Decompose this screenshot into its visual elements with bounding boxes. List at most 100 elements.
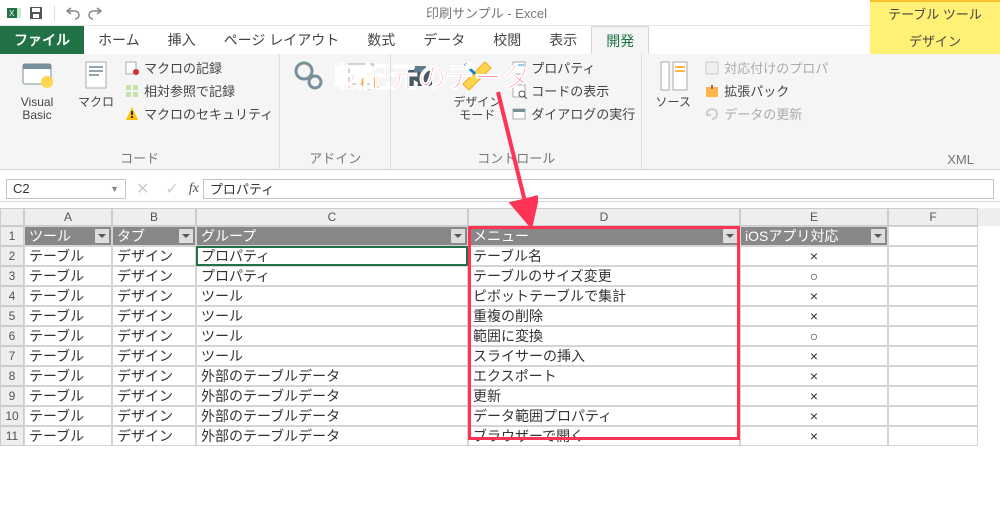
cell-F6[interactable] bbox=[888, 326, 978, 346]
cell-F8[interactable] bbox=[888, 366, 978, 386]
select-all-corner[interactable] bbox=[0, 208, 24, 226]
cell-F3[interactable] bbox=[888, 266, 978, 286]
cell-B7[interactable]: デザイン bbox=[112, 346, 196, 366]
record-macro-button[interactable]: マクロの記録 bbox=[124, 58, 273, 77]
cell-F4[interactable] bbox=[888, 286, 978, 306]
tab-formula[interactable]: 数式 bbox=[353, 26, 409, 54]
row-header-8[interactable]: 8 bbox=[0, 366, 24, 386]
tab-data[interactable]: データ bbox=[409, 26, 479, 54]
filter-icon[interactable] bbox=[179, 229, 193, 243]
redo-icon[interactable] bbox=[87, 5, 103, 21]
cell-A7[interactable]: テーブル bbox=[24, 346, 112, 366]
visual-basic-button[interactable]: Visual Basic bbox=[6, 58, 68, 122]
cell-C2[interactable]: プロパティ bbox=[196, 246, 468, 266]
cell-D8[interactable]: エクスポート bbox=[468, 366, 740, 386]
xml-source-button[interactable]: ソース bbox=[648, 58, 698, 109]
col-header-E[interactable]: E bbox=[740, 208, 888, 226]
formula-input[interactable]: プロパティ bbox=[203, 179, 994, 199]
cell-A11[interactable]: テーブル bbox=[24, 426, 112, 446]
cell-C3[interactable]: プロパティ bbox=[196, 266, 468, 286]
cell-C6[interactable]: ツール bbox=[196, 326, 468, 346]
filter-icon[interactable] bbox=[723, 229, 737, 243]
col-header-D[interactable]: D bbox=[468, 208, 740, 226]
filter-icon[interactable] bbox=[871, 229, 885, 243]
cell-D2[interactable]: テーブル名 bbox=[468, 246, 740, 266]
cell-B8[interactable]: デザイン bbox=[112, 366, 196, 386]
row-header-4[interactable]: 4 bbox=[0, 286, 24, 306]
row-header-6[interactable]: 6 bbox=[0, 326, 24, 346]
cell-D5[interactable]: 重複の削除 bbox=[468, 306, 740, 326]
cell-F11[interactable] bbox=[888, 426, 978, 446]
cell-C11[interactable]: 外部のテーブルデータ bbox=[196, 426, 468, 446]
macro-button[interactable]: マクロ bbox=[74, 58, 118, 109]
cell-B10[interactable]: デザイン bbox=[112, 406, 196, 426]
com-addin-button[interactable] bbox=[338, 58, 384, 94]
cell-A6[interactable]: テーブル bbox=[24, 326, 112, 346]
table-header-ios[interactable]: iOSアプリ対応 bbox=[740, 226, 888, 246]
cell-A4[interactable]: テーブル bbox=[24, 286, 112, 306]
cancel-icon[interactable]: ✕ bbox=[130, 179, 155, 199]
cell-B4[interactable]: デザイン bbox=[112, 286, 196, 306]
cell-F7[interactable] bbox=[888, 346, 978, 366]
cell-B2[interactable]: デザイン bbox=[112, 246, 196, 266]
tab-page-layout[interactable]: ページ レイアウト bbox=[210, 26, 354, 54]
cell-D11[interactable]: ブラウザーで開く bbox=[468, 426, 740, 446]
filter-icon[interactable] bbox=[95, 229, 109, 243]
macro-security-button[interactable]: マクロのセキュリティ bbox=[124, 104, 273, 123]
cell-E4[interactable]: × bbox=[740, 286, 888, 306]
tab-home[interactable]: ホーム bbox=[84, 26, 154, 54]
expansion-pack-button[interactable]: 拡張パック bbox=[704, 81, 828, 100]
row-header-9[interactable]: 9 bbox=[0, 386, 24, 406]
cell-A9[interactable]: テーブル bbox=[24, 386, 112, 406]
cell-C9[interactable]: 外部のテーブルデータ bbox=[196, 386, 468, 406]
row-header-7[interactable]: 7 bbox=[0, 346, 24, 366]
cell-F2[interactable] bbox=[888, 246, 978, 266]
cell-F10[interactable] bbox=[888, 406, 978, 426]
cell-E7[interactable]: × bbox=[740, 346, 888, 366]
row-header-3[interactable]: 3 bbox=[0, 266, 24, 286]
tab-insert[interactable]: 挿入 bbox=[154, 26, 210, 54]
enter-icon[interactable]: ✓ bbox=[159, 179, 184, 199]
row-header-5[interactable]: 5 bbox=[0, 306, 24, 326]
undo-icon[interactable] bbox=[65, 5, 81, 21]
cell-C10[interactable]: 外部のテーブルデータ bbox=[196, 406, 468, 426]
col-header-C[interactable]: C bbox=[196, 208, 468, 226]
table-header-tab[interactable]: タブ bbox=[112, 226, 196, 246]
cell-E9[interactable]: × bbox=[740, 386, 888, 406]
tab-view[interactable]: 表示 bbox=[535, 26, 591, 54]
cell-B5[interactable]: デザイン bbox=[112, 306, 196, 326]
fx-icon[interactable]: fx bbox=[189, 181, 199, 197]
row-header-10[interactable]: 10 bbox=[0, 406, 24, 426]
view-code-button[interactable]: コードの表示 bbox=[511, 81, 635, 100]
cell-D4[interactable]: ピボットテーブルで集計 bbox=[468, 286, 740, 306]
save-icon[interactable] bbox=[28, 5, 44, 21]
addin-button[interactable] bbox=[286, 58, 332, 94]
col-header-B[interactable]: B bbox=[112, 208, 196, 226]
cell-D3[interactable]: テーブルのサイズ変更 bbox=[468, 266, 740, 286]
cell-A5[interactable]: テーブル bbox=[24, 306, 112, 326]
cell-E2[interactable]: × bbox=[740, 246, 888, 266]
cell-B11[interactable]: デザイン bbox=[112, 426, 196, 446]
col-header-F[interactable]: F bbox=[888, 208, 978, 226]
excel-app-icon[interactable]: X bbox=[6, 5, 22, 21]
table-header-group[interactable]: グループ bbox=[196, 226, 468, 246]
cell-E5[interactable]: × bbox=[740, 306, 888, 326]
col-header-A[interactable]: A bbox=[24, 208, 112, 226]
table-header-menu[interactable]: メニュー bbox=[468, 226, 740, 246]
name-box[interactable]: C2 ▼ bbox=[6, 179, 126, 199]
cell-A3[interactable]: テーブル bbox=[24, 266, 112, 286]
cell-D10[interactable]: データ範囲プロパティ bbox=[468, 406, 740, 426]
run-dialog-button[interactable]: ダイアログの実行 bbox=[511, 104, 635, 123]
cell-E8[interactable]: × bbox=[740, 366, 888, 386]
cell-C7[interactable]: ツール bbox=[196, 346, 468, 366]
cell-E6[interactable]: ○ bbox=[740, 326, 888, 346]
cell-C4[interactable]: ツール bbox=[196, 286, 468, 306]
cell-A8[interactable]: テーブル bbox=[24, 366, 112, 386]
relative-ref-button[interactable]: 相対参照で記録 bbox=[124, 81, 273, 100]
cell-D9[interactable]: 更新 bbox=[468, 386, 740, 406]
cell-B3[interactable]: デザイン bbox=[112, 266, 196, 286]
row-header-1[interactable]: 1 bbox=[0, 226, 24, 246]
tab-file[interactable]: ファイル bbox=[0, 26, 84, 54]
properties-button[interactable]: プロパティ bbox=[511, 58, 635, 77]
cell-F9[interactable] bbox=[888, 386, 978, 406]
